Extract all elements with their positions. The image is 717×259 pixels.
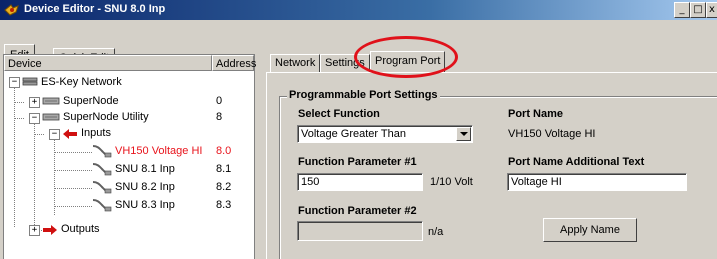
arrow-left-icon <box>63 129 77 139</box>
tree-item-snu-8-3-inp[interactable]: SNU 8.3 Inp <box>115 197 175 213</box>
cable-icon <box>92 181 112 194</box>
close-button[interactable]: x <box>706 2 717 18</box>
tree-address: 8.3 <box>216 199 232 211</box>
arrow-right-icon <box>43 225 57 235</box>
tree-line <box>54 139 55 215</box>
port-name-value: VH150 Voltage HI <box>508 128 596 140</box>
tree-address: 8.1 <box>216 163 232 175</box>
device-icon <box>42 113 60 121</box>
tree-line <box>34 134 44 135</box>
function-parameter-2-label: Function Parameter #2 <box>298 205 417 217</box>
function-parameter-2-input[interactable] <box>297 221 423 241</box>
cable-icon <box>92 145 112 158</box>
collapse-toggle[interactable]: − <box>29 113 40 124</box>
chevron-down-icon[interactable] <box>456 127 471 141</box>
function-parameter-1-label: Function Parameter #1 <box>298 156 417 168</box>
port-name-additional-text-input[interactable]: Voltage HI <box>507 173 687 191</box>
device-icon <box>42 97 60 105</box>
column-header-device[interactable]: Device <box>4 55 212 71</box>
collapse-toggle[interactable]: − <box>49 129 60 140</box>
select-function-label: Select Function <box>298 108 380 120</box>
select-function-value: Voltage Greater Than <box>301 128 406 140</box>
tree-address: 8.0 <box>216 145 232 157</box>
device-editor-window: Device Editor - SNU 8.0 Inp _ □ x Edit Q… <box>0 0 717 259</box>
tree-item-snu-8-2-inp[interactable]: SNU 8.2 Inp <box>115 179 175 195</box>
tree-line <box>14 118 24 119</box>
column-header-address[interactable]: Address <box>212 55 256 71</box>
expand-toggle[interactable]: + <box>29 225 40 236</box>
group-title: Programmable Port Settings <box>287 89 440 101</box>
app-icon <box>4 4 19 16</box>
minimize-button[interactable]: _ <box>674 2 690 18</box>
tree-address: 0 <box>216 95 223 107</box>
collapse-toggle[interactable]: − <box>9 77 20 88</box>
tree-line <box>14 102 24 103</box>
tree-address: 8.2 <box>216 181 232 193</box>
tree-item-vh150-voltage-hi[interactable]: VH150 Voltage HI <box>115 143 202 159</box>
tab-network[interactable]: Network <box>270 54 321 72</box>
tree-item-es-key-network[interactable]: ES-Key Network <box>41 74 122 90</box>
maximize-button[interactable]: □ <box>690 2 706 18</box>
title-bar[interactable]: Device Editor - SNU 8.0 Inp _ □ x <box>0 0 717 20</box>
cable-icon <box>92 163 112 176</box>
port-name-label: Port Name <box>508 108 564 120</box>
tree-line <box>54 152 92 153</box>
tree-address: 8 <box>216 111 223 123</box>
tree-item-outputs[interactable]: Outputs <box>61 221 100 237</box>
function-parameter-2-unit: n/a <box>428 226 444 238</box>
function-parameter-1-unit: 1/10 Volt <box>430 176 473 188</box>
tree-item-snu-8-1-inp[interactable]: SNU 8.1 Inp <box>115 161 175 177</box>
window-title: Device Editor - SNU 8.0 Inp <box>24 3 166 15</box>
apply-name-button[interactable]: Apply Name <box>543 218 637 242</box>
tree-line <box>14 87 15 227</box>
tree-line <box>34 123 35 231</box>
cable-icon <box>92 199 112 212</box>
function-parameter-1-input[interactable]: 150 <box>297 173 423 191</box>
tree-line <box>54 206 92 207</box>
tree-item-inputs[interactable]: Inputs <box>81 125 111 141</box>
annotation-highlight-ellipse <box>354 36 458 78</box>
network-icon <box>22 77 38 86</box>
tree-item-supernode-utility[interactable]: SuperNode Utility <box>63 109 149 125</box>
select-function-dropdown[interactable]: Voltage Greater Than <box>297 125 473 143</box>
tree-line <box>54 188 92 189</box>
edit-mode-tabs: Edit Quick Edit <box>0 20 717 67</box>
expand-toggle[interactable]: + <box>29 97 40 108</box>
tree-item-supernode[interactable]: SuperNode <box>63 93 119 109</box>
port-name-additional-text-label: Port Name Additional Text <box>508 156 645 168</box>
tree-line <box>54 170 92 171</box>
device-tree-pane: Device Address − ES-Key Network + SuperN… <box>3 54 256 259</box>
